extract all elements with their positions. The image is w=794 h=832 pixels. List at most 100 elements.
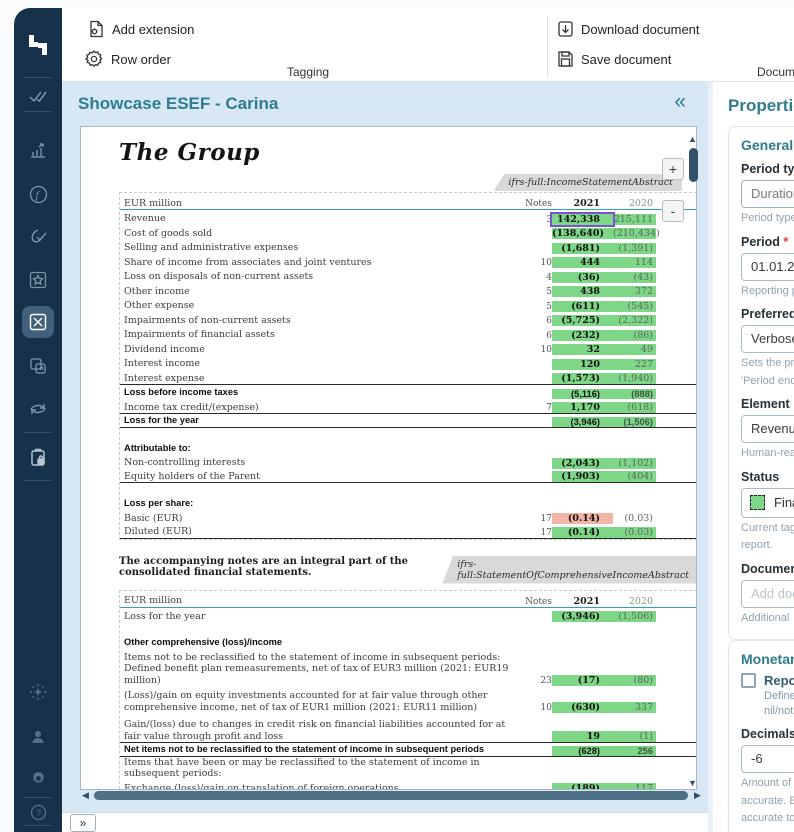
table-cell: 49 — [613, 344, 656, 355]
ifrs-tag-chip[interactable]: ifrs-full:StatementOfComprehensiveIncome… — [442, 556, 697, 584]
documentation-input[interactable]: Add documentation — [741, 580, 794, 608]
table-row[interactable]: Items that have been or may be reclassif… — [120, 757, 696, 780]
table-row[interactable]: Loss for the year(3,946)(1,506) — [120, 413, 696, 428]
star-box-icon[interactable] — [14, 271, 62, 289]
collapse-panel-icon[interactable]: « — [674, 90, 686, 114]
horizontal-scrollbar-thumb[interactable] — [94, 791, 688, 800]
field-helper-text: accurate to — [741, 812, 794, 826]
table-cell: (1,391) — [613, 243, 656, 254]
table-cell: 10 — [514, 345, 552, 355]
table-row[interactable]: Loss per share: — [120, 495, 696, 510]
save-document-button[interactable]: Save document — [557, 48, 671, 70]
table-row[interactable]: Loss for the year(3,946)(1,506) — [120, 608, 696, 623]
field-helper-text: report. — [741, 539, 794, 553]
sparkle-icon[interactable] — [14, 683, 62, 701]
scroll-down-arrow[interactable]: ▼ — [688, 778, 697, 788]
period-type-input[interactable]: Duration — [741, 180, 794, 208]
table-row[interactable]: Impairments of financial assets6(232)(86… — [120, 326, 696, 341]
table-cell: (628) — [552, 746, 613, 756]
field-helper-text: Amount of — [741, 777, 794, 791]
bar-chart-icon[interactable] — [14, 142, 62, 160]
table-row[interactable]: Other income5438372 — [120, 283, 696, 298]
table-cell: 23 — [514, 676, 552, 686]
scroll-up-arrow[interactable]: ▲ — [688, 134, 697, 144]
table-cell: Dividend income — [120, 344, 514, 356]
preferred-label-input[interactable]: Verbose — [741, 325, 794, 353]
table-cell: Equity holders of the Parent — [120, 471, 514, 483]
table-cell: 1,170 — [552, 402, 613, 413]
table-row[interactable]: Impairments of non-current assets6(5,725… — [120, 312, 696, 327]
decimals-input[interactable]: -6 — [741, 745, 794, 773]
signature-check-icon[interactable] — [14, 228, 62, 246]
table-row[interactable]: Items not to be reclassified to the stat… — [120, 649, 696, 664]
add-extension-button[interactable]: Add extension — [88, 18, 194, 40]
download-document-button[interactable]: Download document — [557, 18, 700, 40]
field-helper-text: Reporting p — [741, 285, 794, 299]
table-cell: 372 — [613, 286, 656, 297]
table-row[interactable]: Basic (EUR)17(0.14)(0.03) — [120, 510, 696, 525]
download-document-label: Download document — [581, 22, 700, 37]
table-row[interactable]: Loss before income taxes(5,116)(888) — [120, 384, 696, 399]
table-row[interactable]: Cost of goods sold(138,640)(210,434) — [120, 225, 696, 240]
gear-icon[interactable] — [14, 770, 62, 788]
add-extension-label: Add extension — [112, 22, 194, 37]
sync-icon[interactable] — [14, 400, 62, 418]
clipboard-lock-icon[interactable] — [14, 448, 62, 467]
table-row[interactable]: Gain/(loss) due to changes in credit ris… — [120, 719, 696, 742]
expand-bottom-panel-button[interactable]: » — [70, 814, 96, 832]
status-field[interactable]: Final — [741, 488, 794, 518]
table-row[interactable]: Other comprehensive (loss)/income — [120, 634, 696, 649]
zoom-in-button[interactable]: + — [662, 158, 684, 180]
table-row[interactable]: Loss on disposals of non-current assets4… — [120, 268, 696, 283]
table-cell: (618) — [613, 402, 656, 413]
copy-icon[interactable] — [14, 357, 62, 375]
period-input[interactable]: 01.01.2021 — [741, 253, 794, 281]
selected-fact-cell[interactable]: 142,338 — [552, 214, 613, 225]
app-logo-icon[interactable] — [24, 30, 52, 65]
statement-heading: The Group — [119, 139, 697, 166]
help-icon[interactable]: ? — [14, 804, 62, 822]
vertical-scrollbar-thumb[interactable] — [689, 148, 698, 182]
table-row[interactable]: Exchange (loss)/gain on translation of f… — [120, 780, 696, 791]
user-icon[interactable] — [14, 728, 62, 746]
table-row[interactable]: Interest expense(1,573)(1,940) — [120, 370, 696, 385]
field-label: Period type — [741, 162, 794, 176]
table-row[interactable]: Income tax credit/(expense)71,170(618) — [120, 399, 696, 414]
table-row[interactable]: Share of income from associates and join… — [120, 254, 696, 269]
checkbox[interactable] — [741, 673, 756, 688]
double-check-icon[interactable] — [14, 88, 62, 106]
table-row[interactable]: Other expense5(611)(545) — [120, 297, 696, 312]
table-row[interactable]: Diluted (EUR)17(0.14)(0.03) — [120, 524, 696, 539]
element-label-input[interactable]: Revenue — [741, 415, 794, 443]
scroll-left-arrow[interactable]: ◀ — [82, 790, 89, 801]
sidebar-item-tagging-active[interactable] — [22, 306, 54, 338]
table-row[interactable]: Net items not to be reclassified to the … — [120, 742, 696, 757]
table-row[interactable]: Interest income120227 — [120, 355, 696, 370]
reported-checkbox-row[interactable]: Reported — [741, 673, 794, 688]
field-label: Decimals — [741, 727, 794, 741]
toolbar: Add extension Row order Tagging Download… — [62, 8, 794, 82]
properties-title: Properties — [728, 96, 794, 116]
properties-panel: Properties General Period typeDurationPe… — [712, 82, 794, 832]
table-row[interactable]: Defined benefit plan remeasurements, net… — [120, 663, 696, 686]
table-cell: Gain/(loss) due to changes in credit ris… — [120, 719, 514, 742]
function-icon[interactable]: f — [14, 185, 62, 204]
table-spacer-row — [120, 428, 696, 440]
table-row[interactable]: Non-controlling interests(2,043)(1,102) — [120, 454, 696, 469]
column-header: 2020 — [613, 198, 656, 209]
row-order-button[interactable]: Row order — [84, 48, 171, 70]
table-cell: 6 — [514, 331, 552, 341]
field-helper-text: Additional — [741, 612, 794, 626]
table-row[interactable]: Selling and administrative expenses(1,68… — [120, 239, 696, 254]
scroll-right-arrow[interactable]: ▶ — [694, 790, 701, 801]
table-row[interactable]: Attributable to: — [120, 440, 696, 455]
table-row[interactable]: Revenue3142,338215,111 — [120, 210, 696, 225]
table-row[interactable]: (Loss)/gain on equity investments accoun… — [120, 686, 696, 713]
table-cell: (611) — [552, 301, 613, 312]
table-cell: (1) — [613, 731, 656, 742]
table-cell: 17 — [514, 514, 552, 524]
table-row[interactable]: Equity holders of the Parent(1,903)(404) — [120, 469, 696, 484]
table-row[interactable]: Dividend income103249 — [120, 341, 696, 356]
zoom-out-button[interactable]: - — [662, 200, 684, 222]
ifrs-tag-chip[interactable]: ifrs-full:IncomeStatementAbstract — [493, 174, 682, 191]
